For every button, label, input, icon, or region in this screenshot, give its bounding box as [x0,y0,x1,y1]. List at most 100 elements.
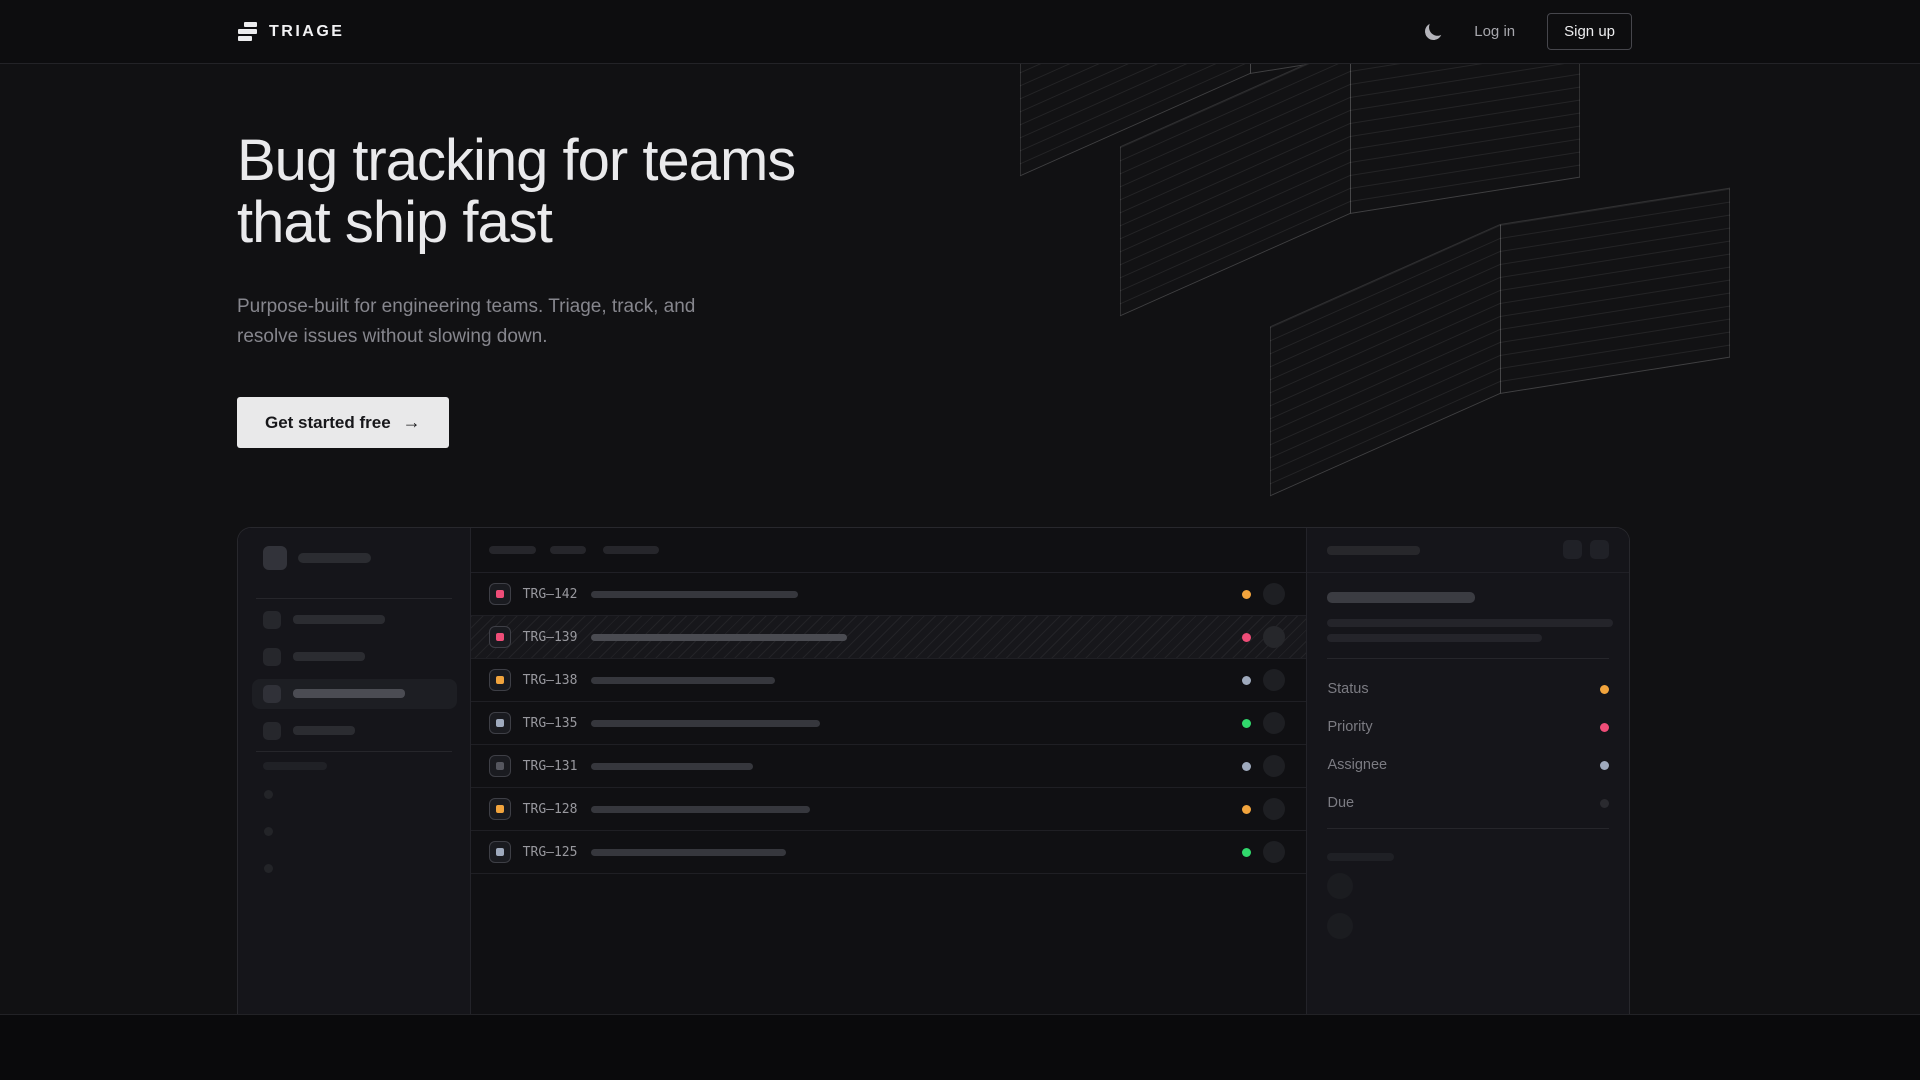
issue-avatar-placeholder [1263,583,1285,605]
mock-issue-row: TRG–139 [471,616,1307,659]
sidebar-dot-placeholder [264,790,273,799]
hero-subtitle-line2: resolve issues without slowing down. [237,322,695,352]
issue-title-placeholder [591,763,753,770]
brand-name: TRIAGE [269,23,344,41]
sidebar-nav-item-placeholder [252,605,457,635]
issue-key: TRG–131 [523,759,585,774]
mockup-issue-list-panel: TRG–142 TRG–139 TRG–138 TRG–1 [471,528,1307,1014]
issue-key: TRG–139 [523,630,585,645]
triage-bars-icon [237,22,258,41]
signup-button[interactable]: Sign up [1547,13,1632,50]
mockup-detail-header [1307,528,1629,573]
sidebar-nav-item-placeholder [252,716,457,746]
mockup-detail-panel: Status Priority Assignee Due [1306,528,1629,1014]
issue-row-meta [1242,831,1285,873]
issue-title-placeholder [591,849,786,856]
mock-issue-row: TRG–131 [471,745,1307,788]
detail-title-placeholder [1327,592,1475,603]
get-started-button[interactable]: Get started free → [237,397,449,448]
issue-status-dot [1242,590,1251,599]
hero-title-line2: that ship fast [237,192,795,254]
detail-text-placeholder [1327,634,1542,642]
detail-action-placeholder [1563,540,1582,559]
sidebar-nav-item-active-placeholder [252,679,457,709]
issue-type-icon [489,798,511,820]
hero-subtitle: Purpose-built for engineering teams. Tri… [237,292,695,352]
issue-row-meta [1242,745,1285,787]
property-value-dot [1600,723,1609,732]
top-nav: TRIAGE Log in Sign up [0,0,1920,64]
issue-status-dot [1242,805,1251,814]
arrow-right-icon: → [403,412,421,433]
issue-row-meta [1242,788,1285,830]
issue-status-dot [1242,676,1251,685]
issue-title-placeholder [591,634,847,641]
issue-title-placeholder [591,677,775,684]
mock-issue-row: TRG–142 [471,573,1307,616]
issue-avatar-placeholder [1263,755,1285,777]
issue-type-icon [489,841,511,863]
mock-issue-row: TRG–135 [471,702,1307,745]
detail-text-placeholder [1327,619,1613,627]
divider [1327,658,1609,659]
issue-avatar-placeholder [1263,798,1285,820]
property-list: Status Priority Assignee Due [1307,670,1629,822]
detail-header-placeholder [1327,546,1420,555]
divider [256,751,452,752]
tab-placeholder [603,546,659,554]
mock-issue-row: TRG–125 [471,831,1307,874]
workspace-name-placeholder [298,553,371,563]
issue-type-icon [489,669,511,691]
hero-title-line1: Bug tracking for teams [237,130,795,192]
issue-title-placeholder [591,806,810,813]
property-label: Assignee [1327,757,1387,773]
mock-issue-row: TRG–128 [471,788,1307,831]
divider [256,598,452,599]
mockup-sidebar [238,528,471,1014]
issue-title-placeholder [591,720,820,727]
brand-logo[interactable]: TRIAGE [237,22,344,41]
mockup-list-header [471,528,1307,573]
issue-avatar-placeholder [1263,841,1285,863]
property-label: Status [1327,681,1368,697]
issue-avatar-placeholder [1263,712,1285,734]
issue-type-icon [489,583,511,605]
sidebar-dot-placeholder [264,827,273,836]
wireframe-sheet [1270,224,1730,394]
issue-key: TRG–142 [523,587,585,602]
issue-type-icon [489,712,511,734]
property-row: Due [1307,784,1629,822]
hero-section: Bug tracking for teams that ship fast Pu… [0,64,1920,1014]
tab-placeholder [489,546,536,554]
property-row: Status [1307,670,1629,708]
issue-row-meta [1242,573,1285,615]
get-started-label: Get started free [265,413,391,433]
issue-status-dot [1242,762,1251,771]
app-mockup-card: TRG–142 TRG–139 TRG–138 TRG–1 [237,527,1630,1014]
issue-type-icon [489,755,511,777]
sidebar-nav-item-placeholder [252,642,457,672]
wireframe-sheet [1120,64,1580,214]
moon-icon[interactable] [1423,21,1444,42]
tab-placeholder [550,546,586,554]
issue-key: TRG–125 [523,845,585,860]
issue-row-meta [1242,659,1285,701]
property-label: Priority [1327,719,1372,735]
hero-title: Bug tracking for teams that ship fast [237,130,795,254]
detail-avatar-placeholder [1327,873,1353,899]
detail-action-placeholder [1590,540,1609,559]
property-value-dot [1600,685,1609,694]
sidebar-dot-placeholder [264,864,273,873]
detail-section-label-placeholder [1327,853,1394,861]
login-link[interactable]: Log in [1474,23,1515,40]
issue-row-meta [1242,616,1285,658]
mock-issue-row: TRG–138 [471,659,1307,702]
property-value-dot [1600,761,1609,770]
sidebar-section-label-placeholder [263,762,327,770]
issue-row-meta [1242,702,1285,744]
issue-avatar-placeholder [1263,669,1285,691]
workspace-avatar-placeholder [263,546,287,570]
nav-actions: Log in Sign up [1425,13,1632,50]
footer-section [0,1014,1920,1080]
property-row: Assignee [1307,746,1629,784]
